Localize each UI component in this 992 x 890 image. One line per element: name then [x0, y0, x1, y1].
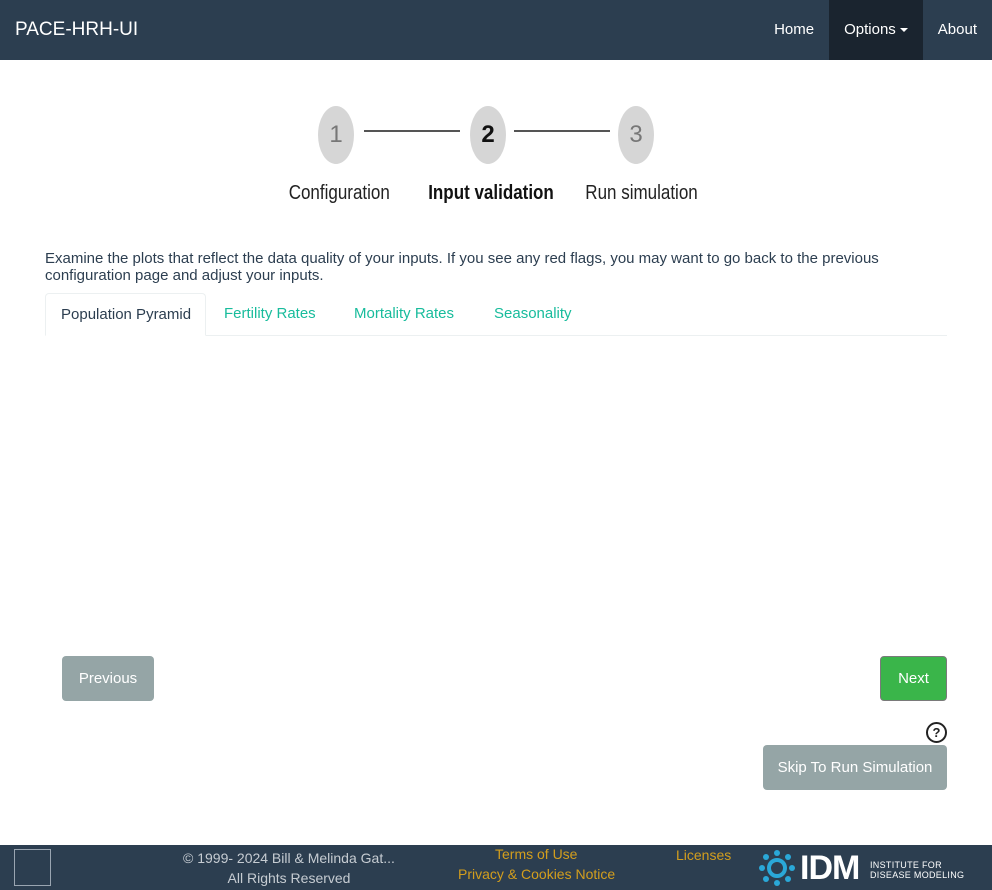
nav-home-label: Home	[774, 21, 815, 38]
step-connector-2	[514, 130, 610, 132]
tab-fertility-rates[interactable]: Fertility Rates	[209, 293, 331, 336]
nav-menu: Home Options About	[759, 0, 992, 60]
idm-logo-subtitle: INSTITUTE FOR DISEASE MODELING	[870, 860, 964, 880]
tab-mortality-rates[interactable]: Mortality Rates	[339, 293, 469, 336]
brand-title[interactable]: PACE-HRH-UI	[15, 0, 138, 60]
footer-placeholder-box	[14, 849, 51, 886]
step-2-circle: 2	[470, 106, 506, 164]
tab-population-pyramid[interactable]: Population Pyramid	[45, 293, 206, 336]
step-3-label: Run simulation	[585, 182, 698, 204]
intro-text: Examine the plots that reflect the data …	[45, 250, 879, 284]
next-button[interactable]: Next	[880, 656, 947, 701]
nav-about[interactable]: About	[923, 0, 992, 60]
caret-down-icon	[899, 28, 908, 33]
help-icon[interactable]: ?	[926, 722, 947, 743]
idm-logo[interactable]: IDM INSTITUTE FOR DISEASE MODELING	[758, 848, 968, 888]
idm-network-icon	[759, 850, 795, 886]
nav-about-label: About	[937, 21, 977, 38]
step-connector-1	[364, 130, 460, 132]
previous-button[interactable]: Previous	[62, 656, 154, 701]
nav-home[interactable]: Home	[759, 0, 829, 60]
idm-subtitle-line-1: INSTITUTE FOR	[870, 860, 942, 870]
tab-seasonality[interactable]: Seasonality	[479, 293, 587, 336]
progress-stepper: 1 2 3 Configuration Input validation Run…	[280, 96, 700, 220]
page-footer: © 1999- 2024 Bill & Melinda Gat... All R…	[0, 845, 992, 890]
step-3-circle: 3	[618, 106, 654, 164]
nav-options-label: Options	[844, 21, 896, 38]
skip-to-run-simulation-button[interactable]: Skip To Run Simulation	[763, 745, 947, 790]
top-navbar: PACE-HRH-UI Home Options About	[0, 0, 992, 60]
idm-logo-text: IDM	[800, 849, 860, 887]
copyright-line-1: © 1999- 2024 Bill & Melinda Gat...	[183, 850, 395, 866]
copyright-line-2: All Rights Reserved	[227, 870, 351, 886]
step-1-circle: 1	[318, 106, 354, 164]
nav-options-dropdown[interactable]: Options	[829, 0, 923, 60]
step-2-label: Input validation	[428, 182, 554, 204]
licenses-link[interactable]: Licenses	[676, 847, 731, 863]
privacy-cookies-link[interactable]: Privacy & Cookies Notice	[458, 866, 615, 882]
terms-of-use-link[interactable]: Terms of Use	[495, 846, 577, 862]
copyright-notice: © 1999- 2024 Bill & Melinda Gat... All R…	[183, 848, 395, 888]
step-1-label: Configuration	[288, 182, 390, 204]
idm-subtitle-line-2: DISEASE MODELING	[870, 870, 965, 880]
validation-tabs: Population Pyramid Fertility Rates Morta…	[45, 293, 947, 336]
